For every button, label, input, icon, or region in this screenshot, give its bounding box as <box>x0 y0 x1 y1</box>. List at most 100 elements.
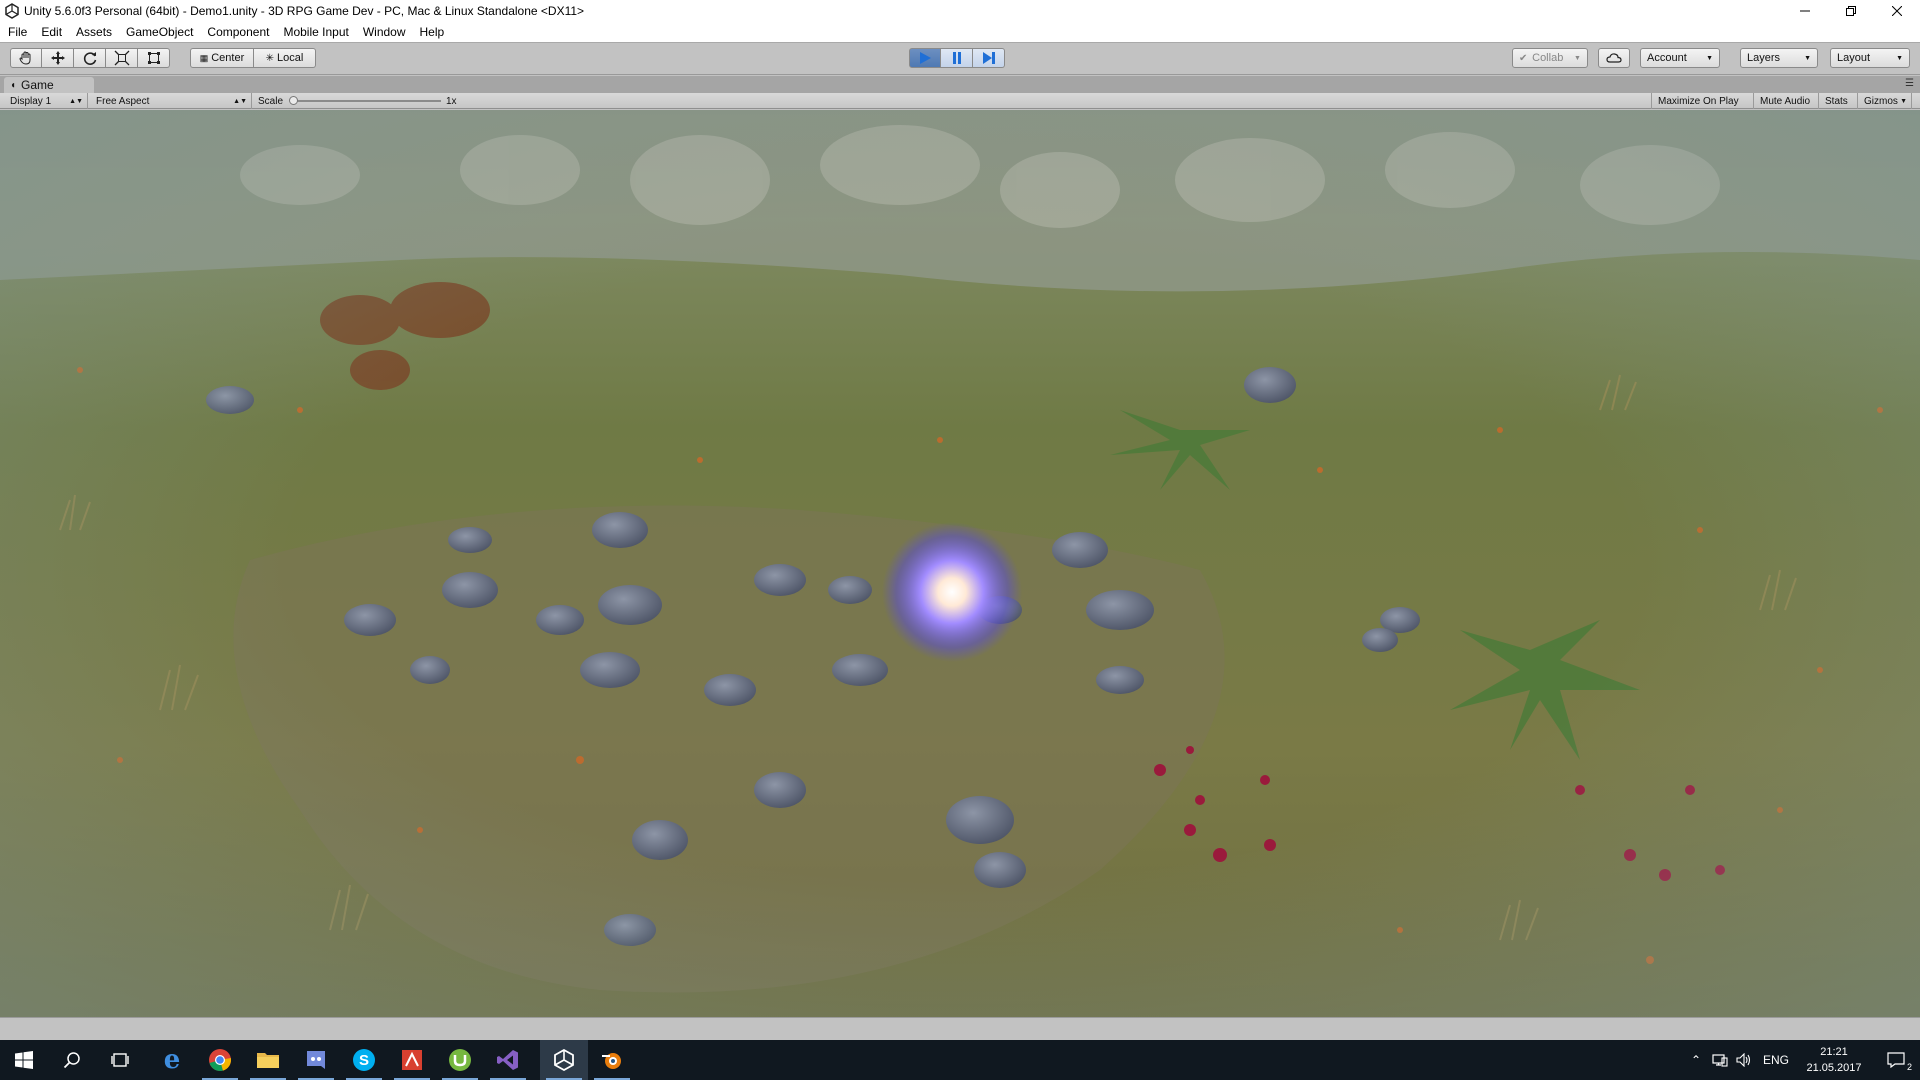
tab-game-label: Game <box>21 78 54 92</box>
tray-overflow-button[interactable]: ⌃ <box>1684 1040 1708 1080</box>
maximize-on-play-toggle[interactable]: Maximize On Play <box>1651 93 1754 109</box>
close-button[interactable] <box>1874 0 1920 22</box>
minimize-button[interactable] <box>1782 0 1828 22</box>
menu-file[interactable]: File <box>0 25 33 39</box>
scale-slider-thumb[interactable] <box>289 96 298 105</box>
volume-icon <box>1736 1053 1751 1067</box>
taskbar-edge[interactable]: e <box>148 1040 196 1080</box>
taskbar-app-red[interactable] <box>388 1040 436 1080</box>
taskbar-visual-studio[interactable] <box>484 1040 532 1080</box>
windows-taskbar: e S ⌃ ENG 21:21 21.05.2017 2 <box>0 1040 1920 1080</box>
play-button[interactable] <box>909 48 941 68</box>
status-bar <box>0 1017 1920 1040</box>
task-view-icon <box>111 1053 129 1067</box>
display-dropdown[interactable]: Display 1 ▲▼ <box>4 93 88 109</box>
tray-network-button[interactable] <box>1708 1040 1732 1080</box>
app-red-icon <box>402 1050 422 1070</box>
task-view-button[interactable] <box>96 1040 144 1080</box>
aspect-caret-icon: ▲▼ <box>233 97 247 105</box>
taskbar-unity[interactable] <box>540 1040 588 1080</box>
gizmos-dropdown[interactable]: Gizmos ▼ <box>1858 93 1912 109</box>
discord-icon <box>307 1051 325 1069</box>
collab-dropdown[interactable]: ✔ Collab ▼ <box>1512 48 1588 68</box>
taskbar-chrome[interactable] <box>196 1040 244 1080</box>
layout-dropdown[interactable]: Layout ▼ <box>1830 48 1910 68</box>
chrome-icon <box>209 1049 231 1071</box>
pivot-icon: ▦ <box>199 52 209 63</box>
collab-check-icon: ✔ <box>1519 52 1528 64</box>
panel-menu-icon[interactable]: ☰ <box>1905 78 1914 89</box>
panel-tab-row: ◖ Game ☰ <box>0 76 1920 93</box>
layout-caret-icon: ▼ <box>1896 54 1903 62</box>
rect-tool-button[interactable] <box>138 48 170 68</box>
taskbar-discord[interactable] <box>292 1040 340 1080</box>
game-scene <box>0 110 1920 1017</box>
maximize-label: Maximize On Play <box>1658 95 1739 107</box>
collab-caret-icon: ▼ <box>1574 54 1581 62</box>
menu-mobile-input[interactable]: Mobile Input <box>275 25 354 39</box>
local-globe-icon: ✳ <box>265 52 275 64</box>
layers-caret-icon: ▼ <box>1804 54 1811 62</box>
taskbar-file-explorer[interactable] <box>244 1040 292 1080</box>
game-view-toolbar: Display 1 ▲▼ Free Aspect ▲▼ Scale 1x Max… <box>0 93 1920 109</box>
mute-audio-toggle[interactable]: Mute Audio <box>1754 93 1819 109</box>
tray-language-button[interactable]: ENG <box>1756 1040 1796 1080</box>
start-button[interactable] <box>0 1040 48 1080</box>
pivot-local-button[interactable]: ✳ Local <box>254 48 316 68</box>
app-blender-icon <box>602 1053 621 1069</box>
layers-dropdown[interactable]: Layers ▼ <box>1740 48 1818 68</box>
aspect-dropdown[interactable]: Free Aspect ▲▼ <box>90 93 252 109</box>
menu-help[interactable]: Help <box>412 25 451 39</box>
menu-gameobject[interactable]: GameObject <box>118 25 199 39</box>
taskbar-utorrent[interactable] <box>436 1040 484 1080</box>
minimize-icon <box>1800 10 1810 12</box>
step-icon <box>982 52 995 64</box>
menu-edit[interactable]: Edit <box>33 25 68 39</box>
scale-text: Scale <box>258 95 284 107</box>
move-tool-icon <box>50 51 65 65</box>
taskbar-skype[interactable]: S <box>340 1040 388 1080</box>
skype-icon: S <box>353 1049 375 1071</box>
menu-component[interactable]: Component <box>199 25 275 39</box>
gizmos-caret-icon: ▼ <box>1900 97 1907 105</box>
mute-label: Mute Audio <box>1760 95 1811 107</box>
clock-date: 21.05.2017 <box>1806 1062 1862 1074</box>
menu-window[interactable]: Window <box>355 25 412 39</box>
game-pacman-icon: ◖ <box>10 79 17 91</box>
layout-label: Layout <box>1837 52 1871 64</box>
rect-tool-icon <box>147 52 160 64</box>
pause-button[interactable] <box>941 48 973 68</box>
account-label: Account <box>1647 52 1687 64</box>
hand-tool-button[interactable] <box>10 48 42 68</box>
move-tool-button[interactable] <box>42 48 74 68</box>
restore-icon <box>1846 6 1856 16</box>
taskbar-clock[interactable]: 21:21 21.05.2017 <box>1796 1044 1872 1076</box>
pivot-center-button[interactable]: ▦ Center <box>190 48 254 68</box>
windows-start-icon <box>15 1051 33 1069</box>
chevron-up-icon: ⌃ <box>1690 1053 1702 1067</box>
menu-bar: File Edit Assets GameObject Component Mo… <box>0 22 1920 43</box>
game-viewport[interactable] <box>0 110 1920 1017</box>
step-button[interactable] <box>973 48 1005 68</box>
scale-slider-track[interactable] <box>293 100 441 102</box>
close-icon <box>1892 6 1902 16</box>
magic-orb <box>882 522 1022 662</box>
action-center-button[interactable]: 2 <box>1872 1040 1920 1080</box>
taskbar-search-button[interactable] <box>48 1040 96 1080</box>
tray-volume-button[interactable] <box>1732 1040 1756 1080</box>
menu-assets[interactable]: Assets <box>68 25 118 39</box>
scale-tool-button[interactable] <box>106 48 138 68</box>
collab-label: Collab <box>1532 52 1564 64</box>
unity-icon <box>554 1049 574 1071</box>
tab-game[interactable]: ◖ Game <box>4 77 94 93</box>
cloud-button[interactable] <box>1598 48 1630 68</box>
taskbar-app-blender[interactable] <box>588 1040 636 1080</box>
search-icon <box>63 1052 80 1069</box>
stats-toggle[interactable]: Stats <box>1819 93 1858 109</box>
play-controls <box>909 48 1005 68</box>
account-dropdown[interactable]: Account ▼ <box>1640 48 1720 68</box>
restore-button[interactable] <box>1828 0 1874 22</box>
notification-icon <box>1887 1052 1905 1068</box>
rotate-tool-button[interactable] <box>74 48 106 68</box>
svg-text:S: S <box>359 1052 369 1069</box>
